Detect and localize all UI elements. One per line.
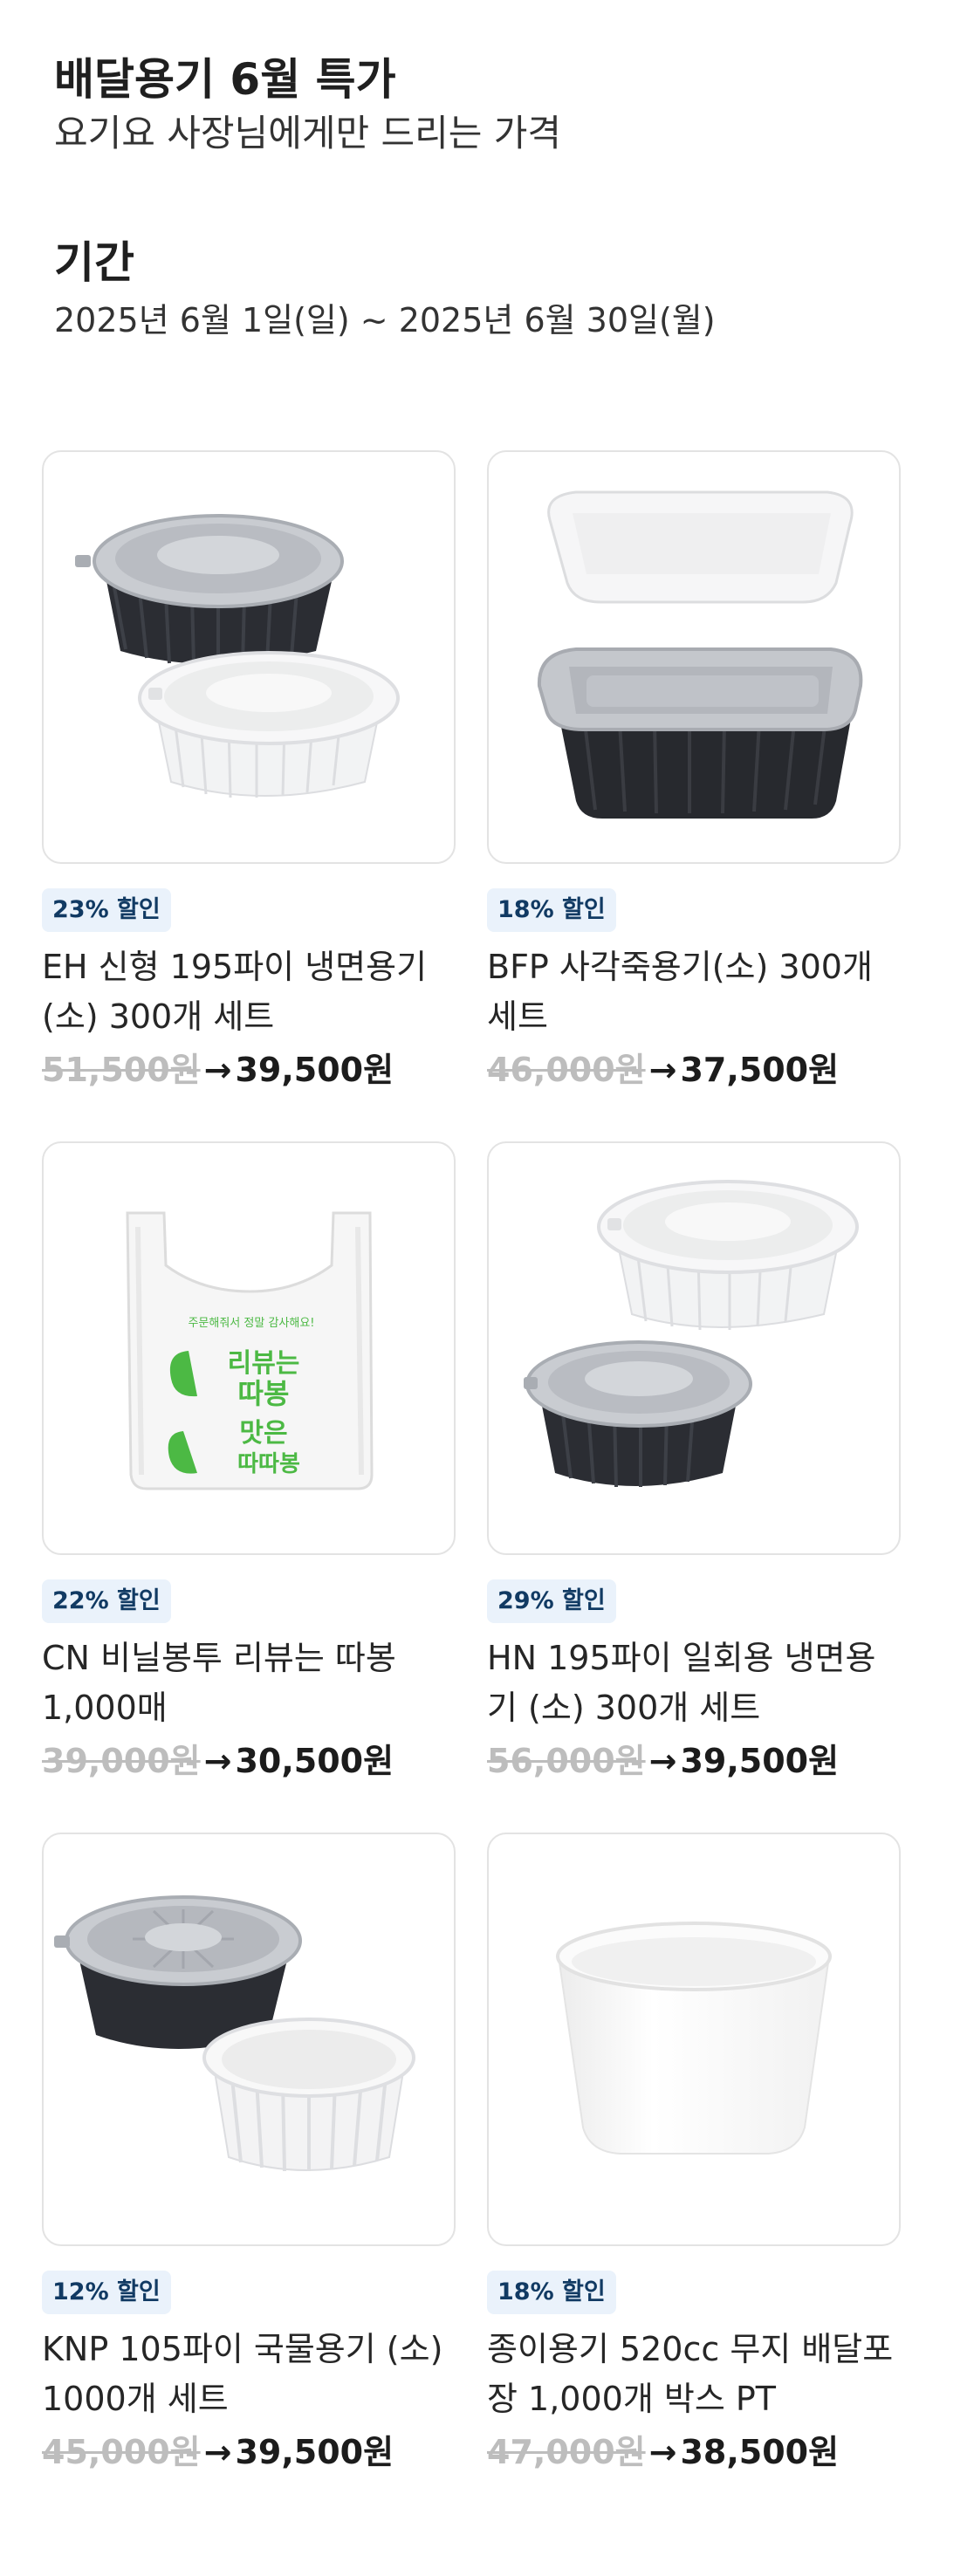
price-row: 45,000원 → 39,500원 [42, 2428, 456, 2477]
product-card[interactable]: 주문해줘서 정말 감사해요! 리뷰는 따봉 맛은 따따봉 22% 할인 CN 비… [42, 1141, 456, 1833]
bag-line1-text: 리뷰는 [228, 1348, 300, 1379]
discount-badge: 29% 할인 [487, 1579, 616, 1623]
discount-badge: 12% 할인 [42, 2271, 171, 2314]
rectangular-containers-image [537, 490, 863, 819]
price-row: 51,500원 → 39,500원 [42, 1045, 456, 1094]
product-image[interactable] [42, 450, 456, 864]
sale-price: 30,500원 [235, 1742, 394, 1780]
discount-badge: 18% 할인 [487, 888, 616, 932]
soup-containers-image [54, 1895, 415, 2172]
arrow-icon: → [203, 2433, 232, 2471]
bag-line4-text: 따따봉 [237, 1451, 300, 1477]
product-name[interactable]: BFP 사각죽용기(소) 300개 세트 [487, 942, 901, 1042]
product-image[interactable] [42, 1833, 456, 2246]
original-price: 56,000원 [487, 1742, 646, 1780]
product-name[interactable]: EH 신형 195파이 냉면용기 (소) 300개 세트 [42, 942, 456, 1042]
product-name[interactable]: 종이용기 520cc 무지 배달포장 1,000개 박스 PT [487, 2325, 901, 2424]
arrow-icon: → [203, 1051, 232, 1089]
price-row: 39,000원 → 30,500원 [42, 1737, 456, 1785]
product-image[interactable] [487, 450, 901, 864]
product-name[interactable]: HN 195파이 일회용 냉면용기 (소) 300개 세트 [487, 1634, 901, 1733]
product-card[interactable]: 18% 할인 종이용기 520cc 무지 배달포장 1,000개 박스 PT 4… [487, 1833, 901, 2524]
sale-price: 38,500원 [680, 2433, 840, 2471]
price-row: 56,000원 → 39,500원 [487, 1737, 901, 1785]
product-image[interactable] [487, 1833, 901, 2246]
product-image[interactable]: 주문해줘서 정말 감사해요! 리뷰는 따봉 맛은 따따봉 [42, 1141, 456, 1555]
sale-price: 39,500원 [235, 2433, 394, 2471]
product-card[interactable]: 12% 할인 KNP 105파이 국물용기 (소) 1000개 세트 45,00… [42, 1833, 456, 2524]
discount-badge: 23% 할인 [42, 888, 171, 932]
product-grid: 23% 할인 EH 신형 195파이 냉면용기 (소) 300개 세트 51,5… [42, 450, 908, 2524]
white-black-bowls-image [524, 1180, 859, 1488]
product-image[interactable] [487, 1141, 901, 1555]
original-price: 51,500원 [42, 1051, 201, 1089]
bag-line3-text: 맛은 [239, 1418, 287, 1449]
period-title: 기간 [54, 237, 134, 288]
product-name[interactable]: KNP 105파이 국물용기 (소) 1000개 세트 [42, 2325, 456, 2424]
original-price: 39,000원 [42, 1742, 201, 1780]
product-card[interactable]: 29% 할인 HN 195파이 일회용 냉면용기 (소) 300개 세트 56,… [487, 1141, 901, 1833]
page-subtitle: 요기요 사장님에게만 드리는 가격 [54, 112, 562, 154]
sale-price: 37,500원 [680, 1051, 840, 1089]
sale-price: 39,500원 [680, 1742, 840, 1780]
arrow-icon: → [648, 1742, 677, 1780]
product-name[interactable]: CN 비닐봉투 리뷰는 따봉 1,000매 [42, 1634, 456, 1733]
promo-header: 배달용기 6월 특가 요기요 사장님에게만 드리는 가격 [54, 51, 920, 159]
price-row: 46,000원 → 37,500원 [487, 1045, 901, 1094]
original-price: 45,000원 [42, 2433, 201, 2471]
product-card[interactable]: 23% 할인 EH 신형 195파이 냉면용기 (소) 300개 세트 51,5… [42, 450, 456, 1141]
bag-top-text: 주문해줘서 정말 감사해요! [188, 1317, 314, 1330]
round-bowls-image [75, 514, 400, 798]
arrow-icon: → [648, 1051, 677, 1089]
discount-badge: 18% 할인 [487, 2271, 616, 2314]
sale-price: 39,500원 [235, 1051, 394, 1089]
period-section: 기간 2025년 6월 1일(일) ~ 2025년 6월 30일(월) [54, 234, 716, 346]
price-row: 47,000원 → 38,500원 [487, 2428, 901, 2477]
paper-bowl-image [556, 1922, 832, 2155]
original-price: 47,000원 [487, 2433, 646, 2471]
bag-line2-text: 따봉 [238, 1377, 290, 1410]
arrow-icon: → [648, 2433, 677, 2471]
discount-badge: 22% 할인 [42, 1579, 171, 1623]
page-title: 배달용기 6월 특가 [54, 54, 396, 105]
period-dates: 2025년 6월 1일(일) ~ 2025년 6월 30일(월) [54, 301, 716, 339]
arrow-icon: → [203, 1742, 232, 1780]
plastic-bag-image: 주문해줘서 정말 감사해요! 리뷰는 따봉 맛은 따따봉 [126, 1211, 374, 1490]
original-price: 46,000원 [487, 1051, 646, 1089]
product-card[interactable]: 18% 할인 BFP 사각죽용기(소) 300개 세트 46,000원 → 37,5… [487, 450, 901, 1141]
